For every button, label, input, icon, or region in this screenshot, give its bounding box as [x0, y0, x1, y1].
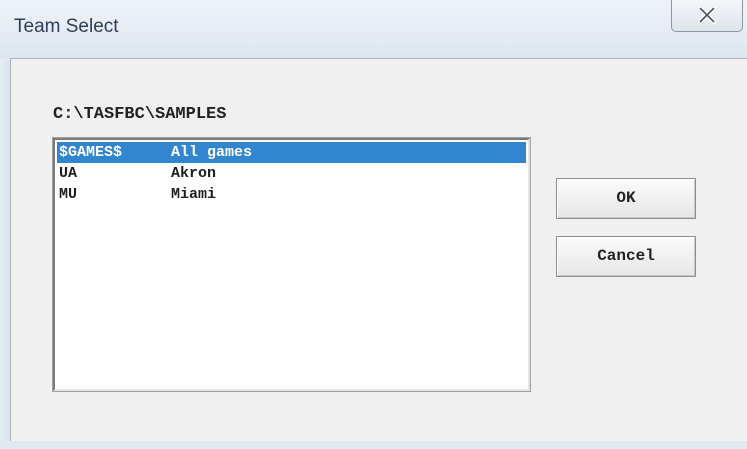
close-button[interactable] [671, 0, 743, 32]
team-listbox[interactable]: $GAMES$ All games UA Akron MU Miami [52, 137, 531, 392]
directory-path-label: C:\TASFBC\SAMPLES [53, 105, 227, 124]
cancel-button[interactable]: Cancel [556, 236, 696, 277]
team-name: Akron [171, 165, 217, 182]
team-list-item[interactable]: UA Akron [57, 163, 526, 184]
team-name: Miami [171, 186, 217, 203]
ok-button[interactable]: OK [556, 178, 696, 219]
team-code: MU [59, 186, 78, 203]
team-list-item[interactable]: $GAMES$ All games [57, 142, 526, 163]
team-code: $GAMES$ [59, 144, 123, 161]
close-icon [697, 6, 717, 24]
window-frame-bottom [0, 441, 747, 449]
team-name: All games [171, 144, 253, 161]
team-code: UA [59, 165, 78, 182]
team-list-item[interactable]: MU Miami [57, 184, 526, 205]
window-title: Team Select [14, 16, 119, 37]
window-frame-left [0, 58, 10, 449]
title-bar[interactable]: Team Select [0, 0, 747, 58]
team-select-dialog: Team Select C:\TASFBC\SAMPLES $GAMES$ Al… [0, 0, 747, 449]
dialog-client-area: C:\TASFBC\SAMPLES $GAMES$ All games UA A… [10, 58, 747, 441]
